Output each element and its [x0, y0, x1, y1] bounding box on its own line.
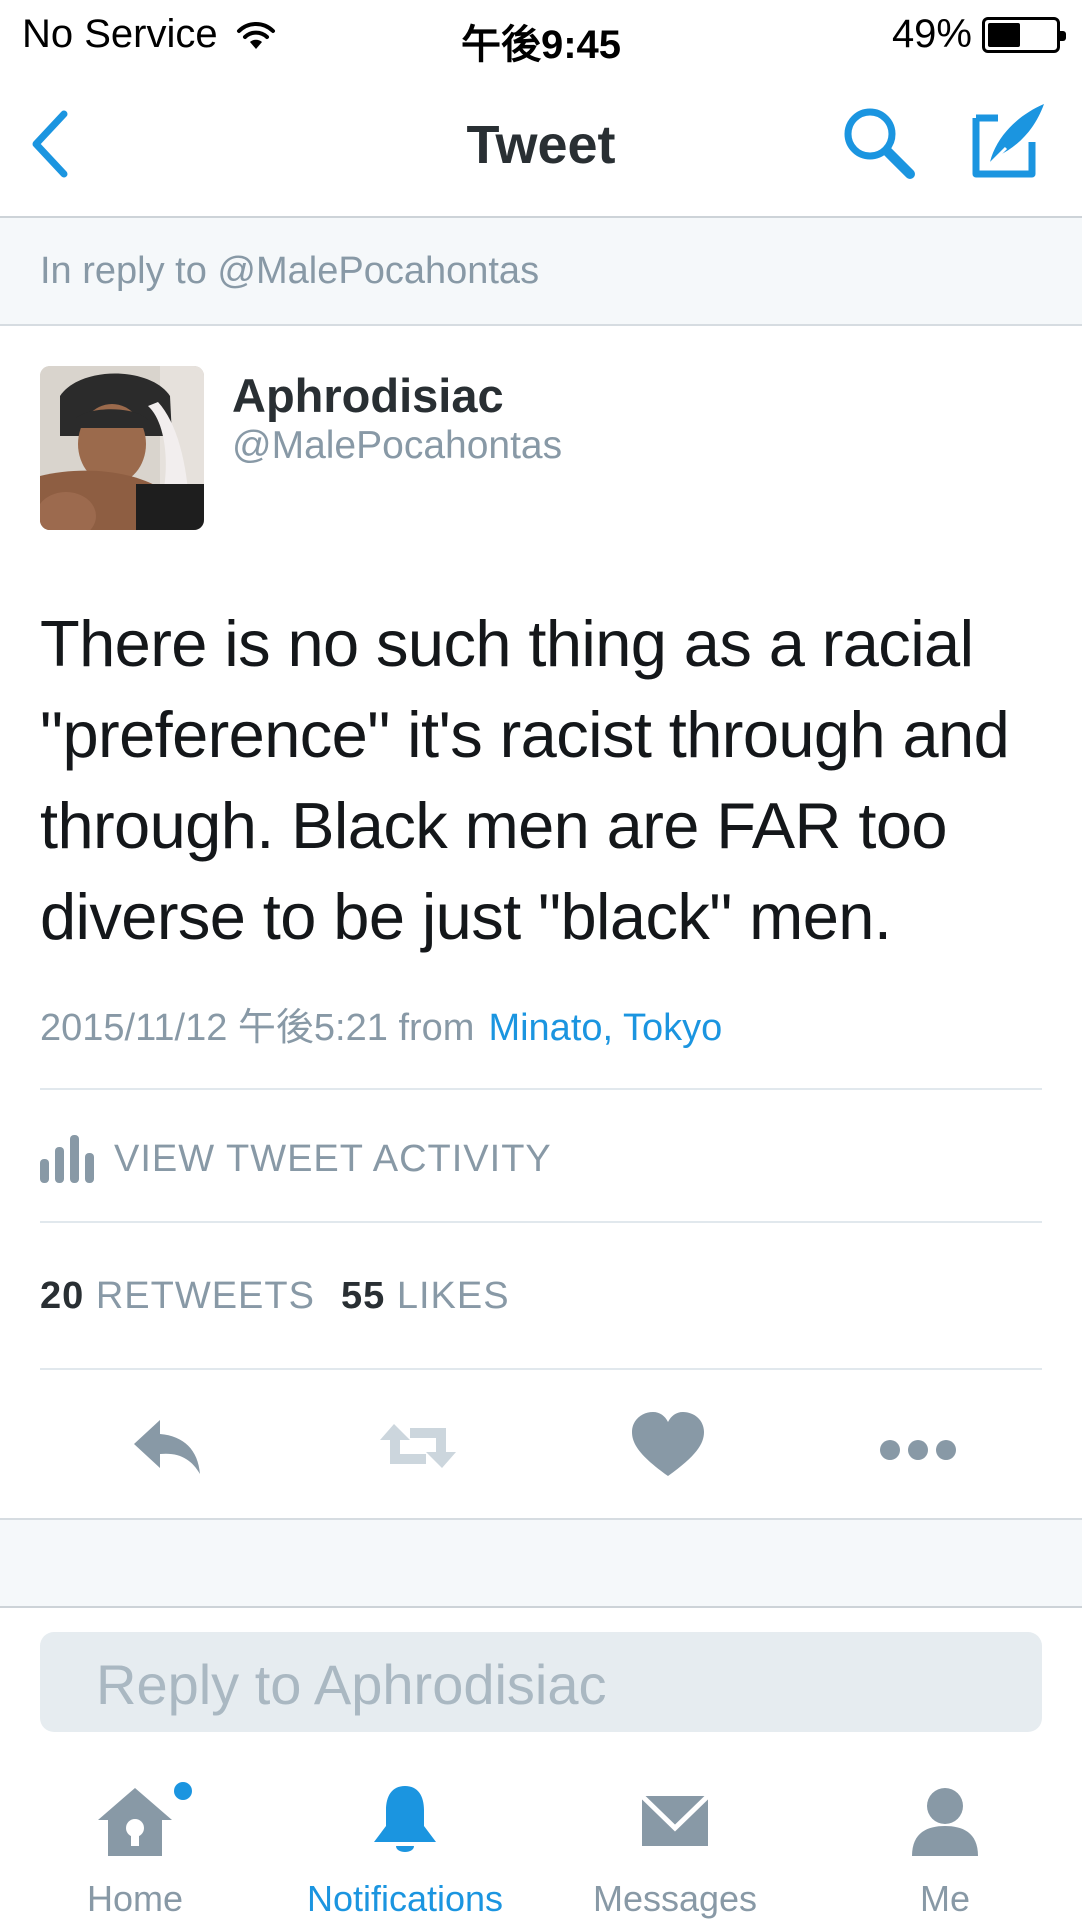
battery-tip — [1060, 30, 1066, 41]
divider — [40, 1088, 1042, 1090]
retweets-label: RETWEETS — [95, 1275, 315, 1317]
tab-label-messages: Messages — [592, 1878, 758, 1919]
battery-percent: 49% — [891, 12, 972, 56]
battery-fill — [988, 22, 1020, 47]
tab-messages[interactable]: Messages — [540, 1750, 810, 1920]
home-icon — [98, 1788, 172, 1856]
like-icon[interactable] — [626, 1410, 710, 1482]
tweet-location-link[interactable]: Minato, Tokyo — [488, 1007, 722, 1049]
author-handle[interactable]: @MalePocahontas — [232, 424, 562, 468]
tab-label-notifications: Notifications — [306, 1878, 504, 1919]
avatar-image — [40, 366, 204, 530]
bell-icon — [374, 1786, 436, 1852]
divider — [40, 1221, 1042, 1223]
reply-icon[interactable] — [126, 1410, 210, 1482]
compose-tweet-icon[interactable] — [966, 98, 1050, 182]
tweet-timestamp: 2015/11/12 午後5:21 from — [40, 1007, 475, 1049]
nav-bar: Tweet — [0, 70, 1082, 218]
tab-label-home: Home — [86, 1878, 184, 1919]
tweet-meta: 2015/11/12 午後5:21 from Minato, Tokyo — [40, 996, 722, 1051]
tweet-actions — [0, 1410, 1082, 1490]
bar-chart-icon — [40, 1135, 94, 1183]
tab-label-me: Me — [919, 1878, 970, 1919]
divider — [40, 1368, 1042, 1370]
search-icon[interactable] — [838, 102, 920, 184]
more-icon[interactable] — [876, 1410, 960, 1482]
likes-count: 55 — [340, 1275, 386, 1317]
tab-bar: Home Notifications Messages Me — [0, 1750, 1082, 1920]
retweets-stat[interactable]: 20 RETWEETS — [40, 1275, 315, 1317]
likes-stat[interactable]: 55 LIKES — [341, 1275, 510, 1317]
likes-label: LIKES — [396, 1275, 510, 1317]
reply-placeholder: Reply to Aphrodisiac — [96, 1653, 607, 1716]
envelope-icon — [640, 1794, 710, 1846]
person-icon — [912, 1788, 978, 1856]
status-bar: No Service 午後9:45 49% — [0, 0, 1082, 70]
view-tweet-activity-label: VIEW TWEET ACTIVITY — [114, 1137, 552, 1180]
notification-dot — [174, 1782, 192, 1800]
author-name[interactable]: Aphrodisiac — [232, 368, 504, 423]
reply-input[interactable]: Reply to Aphrodisiac — [40, 1632, 1042, 1732]
avatar[interactable] — [40, 366, 204, 530]
retweets-count: 20 — [40, 1275, 85, 1317]
tweet-stats: 20 RETWEETS 55 LIKES — [40, 1275, 510, 1318]
tab-notifications[interactable]: Notifications — [270, 1750, 540, 1920]
battery-icon — [982, 16, 1066, 53]
view-tweet-activity-button[interactable]: VIEW TWEET ACTIVITY — [40, 1135, 552, 1183]
reply-context[interactable]: In reply to @MalePocahontas — [0, 218, 1082, 326]
tab-home[interactable]: Home — [0, 1750, 270, 1920]
tab-me[interactable]: Me — [810, 1750, 1080, 1920]
separator-band — [0, 1518, 1082, 1608]
status-battery: 49% — [891, 12, 1066, 57]
tweet-text: There is no such thing as a racial "pref… — [40, 607, 1010, 953]
reply-context-text: In reply to @MalePocahontas — [40, 250, 540, 292]
retweet-icon[interactable] — [376, 1410, 460, 1482]
